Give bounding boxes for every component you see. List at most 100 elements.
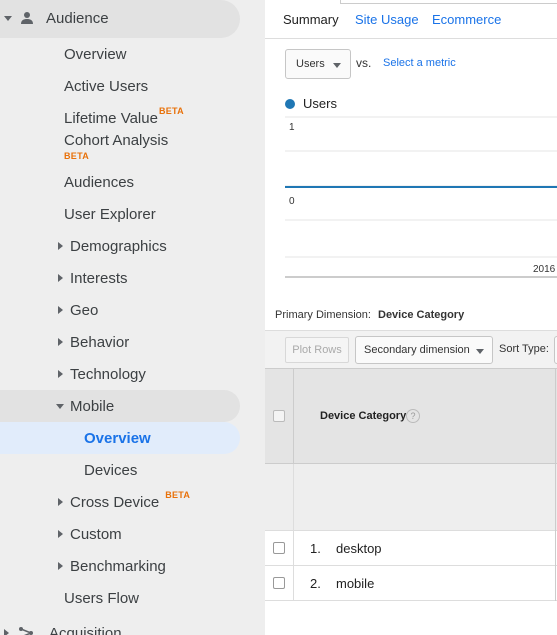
row-index: 1.: [310, 541, 321, 556]
sidebar-item-users-flow[interactable]: Users Flow: [64, 582, 139, 614]
acquisition-icon: [19, 627, 34, 635]
sidebar-item-active-users[interactable]: Active Users: [64, 70, 148, 102]
sidebar-item-label: User Explorer: [64, 205, 156, 223]
sidebar-item-label: Cross Device: [70, 493, 160, 511]
sidebar-item-label: Users Flow: [64, 589, 140, 607]
metric-select[interactable]: Users: [285, 49, 351, 79]
chevron-down-icon: [4, 15, 12, 21]
sidebar-item-label: Active Users: [64, 77, 149, 95]
sidebar-item-label: Overview: [64, 45, 127, 63]
sidebar-item-behavior[interactable]: Behavior: [58, 326, 129, 358]
line-chart: 1 0 2016: [285, 112, 557, 282]
sidebar-item-label: Interests: [70, 269, 128, 287]
secondary-dimension-select[interactable]: Secondary dimension: [355, 336, 493, 364]
mobile-group-highlight: [0, 390, 240, 422]
column-divider: [555, 464, 556, 531]
tab-site-usage[interactable]: Site Usage: [355, 12, 419, 27]
chevron-down-icon: [333, 63, 341, 68]
sidebar-item-label: Lifetime Value: [64, 109, 158, 127]
metric-select-value: Users: [296, 58, 325, 70]
chevron-right-icon: [58, 530, 63, 538]
row-value[interactable]: desktop: [336, 541, 382, 556]
sidebar-item-label: Demographics: [70, 237, 167, 255]
select-metric-link[interactable]: Select a metric: [383, 57, 456, 69]
sidebar-item-geo[interactable]: Geo: [58, 294, 98, 326]
sidebar-item-label: Geo: [70, 301, 99, 319]
plot-rows-button[interactable]: Plot Rows: [285, 337, 349, 363]
primary-dimension-value[interactable]: Device Category: [378, 309, 464, 321]
sidebar-item-label: Cohort Analysis: [64, 131, 169, 149]
row-checkbox[interactable]: [273, 542, 285, 554]
chevron-right-icon: [58, 338, 63, 346]
sidebar-item-devices[interactable]: Devices: [84, 454, 137, 486]
sidebar-section-acquisition[interactable]: Acquisition: [4, 617, 122, 635]
sidebar-item-mobile[interactable]: Mobile: [56, 390, 114, 422]
sidebar-item-mobile-overview[interactable]: Overview: [84, 422, 151, 454]
table-header: Device Category ?: [265, 368, 557, 465]
column-divider: [555, 531, 556, 566]
sidebar-item-label: Overview: [84, 429, 151, 447]
primary-dimension-label: Primary Dimension:: [275, 309, 371, 321]
sidebar-item-demographics[interactable]: Demographics: [58, 230, 167, 262]
table-toolbar: Plot Rows Secondary dimension Sort Type:: [265, 330, 557, 368]
sidebar-item-user-explorer[interactable]: User Explorer: [64, 198, 156, 230]
sidebar-item-label: Audiences: [64, 173, 135, 191]
tab-frame: [340, 0, 557, 4]
sidebar-item-label: Custom: [70, 525, 122, 543]
checkbox-column: [265, 566, 294, 601]
sidebar-item-label: Technology: [70, 365, 146, 383]
column-header-device-category[interactable]: Device Category: [320, 410, 406, 422]
sort-type-label: Sort Type:: [499, 343, 549, 355]
chevron-right-icon: [58, 242, 63, 250]
checkbox-column: [265, 369, 294, 465]
checkbox-column: [265, 531, 294, 566]
vs-label: vs.: [356, 56, 372, 70]
report-main: Summary Site Usage Ecommerce Users vs. S…: [265, 0, 557, 635]
checkbox-column: [265, 464, 294, 531]
tab-divider: [265, 38, 557, 39]
chevron-down-icon: [476, 349, 484, 354]
sidebar-item-cohort-analysis[interactable]: Cohort Analysis: [64, 130, 168, 150]
sidebar-item-cross-device[interactable]: Cross Device BETA: [58, 486, 190, 518]
select-all-checkbox[interactable]: [273, 410, 285, 422]
sidebar-section-label: Audience: [46, 9, 109, 27]
sidebar-item-custom[interactable]: Custom: [58, 518, 122, 550]
chevron-right-icon: [58, 274, 63, 282]
secondary-dimension-label: Secondary dimension: [364, 344, 470, 356]
column-divider: [555, 566, 556, 601]
x-tick-label: 2016: [533, 264, 556, 275]
sidebar-section-audience[interactable]: Audience: [4, 2, 109, 34]
sidebar-item-label: Benchmarking: [70, 557, 166, 575]
chevron-down-icon: [56, 403, 64, 409]
legend-marker: [285, 99, 295, 109]
y-tick-label: 0: [289, 196, 295, 207]
chevron-right-icon: [58, 306, 63, 314]
sidebar-section-label: Acquisition: [49, 624, 122, 635]
row-checkbox[interactable]: [273, 577, 285, 589]
sidebar-item-technology[interactable]: Technology: [58, 358, 146, 390]
y-tick-label: 1: [289, 122, 295, 133]
tab-ecommerce[interactable]: Ecommerce: [432, 12, 501, 27]
beta-badge: BETA: [64, 151, 90, 161]
sidebar-item-benchmarking[interactable]: Benchmarking: [58, 550, 166, 582]
row-value[interactable]: mobile: [336, 576, 374, 591]
person-icon: [21, 12, 33, 24]
table-row: 1. desktop: [265, 531, 557, 566]
sidebar-item-label: Behavior: [70, 333, 130, 351]
beta-badge: BETA: [158, 106, 184, 116]
chevron-right-icon: [58, 562, 63, 570]
beta-badge: BETA: [165, 490, 191, 500]
row-index: 2.: [310, 576, 321, 591]
sidebar-item-interests[interactable]: Interests: [58, 262, 128, 294]
sidebar-nav: Audience Overview Active Users Lifetime …: [0, 0, 265, 635]
sidebar-item-overview[interactable]: Overview: [64, 38, 127, 70]
help-icon[interactable]: ?: [406, 409, 420, 423]
sidebar-item-label: Mobile: [70, 397, 115, 415]
tab-summary[interactable]: Summary: [283, 12, 339, 27]
chevron-right-icon: [4, 629, 9, 635]
totals-row: [265, 464, 557, 531]
chevron-right-icon: [58, 498, 63, 506]
table-row: 2. mobile: [265, 566, 557, 601]
sidebar-item-audiences[interactable]: Audiences: [64, 166, 134, 198]
legend-label: Users: [303, 96, 337, 111]
